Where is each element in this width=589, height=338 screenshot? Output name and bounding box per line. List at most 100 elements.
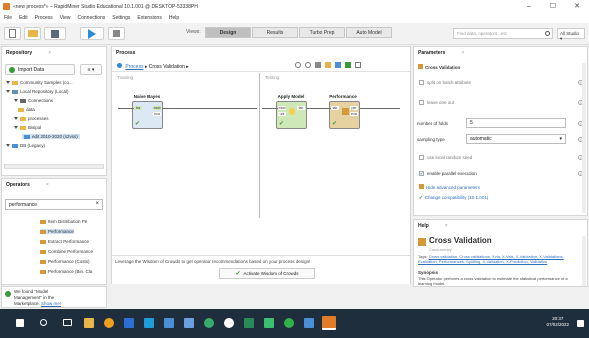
repo-item-processes[interactable]: processes xyxy=(14,116,49,121)
port-exa[interactable]: exa xyxy=(350,112,358,116)
layout-icon[interactable] xyxy=(345,62,351,68)
repository-tab[interactable]: Repository × xyxy=(2,47,56,59)
global-search-input[interactable]: Find data, operators...etc xyxy=(453,28,553,39)
repo-scrollbar[interactable] xyxy=(4,164,104,169)
tags-value[interactable]: Cross validation, Cross validations, Xvl… xyxy=(418,254,564,264)
hide-advanced-link[interactable]: Hide advanced parameters xyxy=(419,184,480,190)
taskbar-clock[interactable]: 20:37 07/02/2022 xyxy=(546,316,569,328)
app-icon[interactable] xyxy=(184,318,194,328)
fit-icon[interactable] xyxy=(315,62,321,68)
port-unl[interactable]: unl xyxy=(278,112,286,116)
operator-item[interactable]: Performance (Costs) xyxy=(40,259,90,264)
notes-icon[interactable] xyxy=(325,62,331,68)
operators-tab[interactable]: Operators × xyxy=(2,179,53,191)
port-mod[interactable]: mod xyxy=(278,106,286,110)
repository-menu-button[interactable]: ≡ ▾ xyxy=(80,64,102,75)
num-folds-input[interactable]: 5 xyxy=(466,118,566,128)
operator-item[interactable]: Item Distribution Pe xyxy=(40,219,87,224)
show-me-link[interactable]: Show me! xyxy=(41,301,61,306)
close-button[interactable]: ✕ xyxy=(565,0,589,13)
view-auto-model-button[interactable]: Auto Model xyxy=(346,27,392,38)
back-icon[interactable] xyxy=(117,63,122,68)
close-icon[interactable]: × xyxy=(48,50,51,56)
help-scrollbar[interactable] xyxy=(582,236,586,286)
close-icon[interactable]: × xyxy=(461,50,464,56)
menu-view[interactable]: View xyxy=(60,15,71,21)
repo-item-connections[interactable]: Connections xyxy=(14,98,53,103)
port-lab[interactable]: lab xyxy=(331,106,339,110)
apply-model-operator[interactable]: mod unl lab ✔ xyxy=(276,101,307,129)
menu-edit[interactable]: Edit xyxy=(19,15,28,21)
parallel-checkbox[interactable]: ✔ xyxy=(419,171,424,176)
search-icon[interactable] xyxy=(40,319,47,326)
import-data-button[interactable]: Import Data xyxy=(5,64,75,75)
repo-item-community[interactable]: Community Samples (co... xyxy=(6,80,73,85)
operator-item[interactable]: Performance xyxy=(40,229,74,234)
zoom-out-icon[interactable] xyxy=(305,62,311,68)
port-tra[interactable]: tra xyxy=(134,106,142,110)
help-tab[interactable]: Help × xyxy=(414,220,452,232)
process-settings-icon[interactable] xyxy=(355,62,361,68)
auto-wire-icon[interactable] xyxy=(335,62,341,68)
all-studio-dropdown[interactable]: All Studio ▾ xyxy=(557,28,585,41)
menu-connections[interactable]: Connections xyxy=(78,15,106,21)
menu-settings[interactable]: Settings xyxy=(112,15,130,21)
repo-item-bisipol[interactable]: Bisipol xyxy=(14,125,41,130)
naive-bayes-operator[interactable]: tra mod exa ✔ xyxy=(132,101,163,129)
stop-process-button[interactable] xyxy=(108,27,125,40)
file-explorer-icon[interactable] xyxy=(84,318,94,328)
port-exa[interactable]: exa xyxy=(153,112,161,116)
repo-item-db[interactable]: DB (Legacy) xyxy=(6,143,45,148)
repo-item-edit[interactable]: edit 2010-2020 (s2vss) xyxy=(22,134,80,139)
menu-file[interactable]: File xyxy=(4,15,12,21)
new-process-button[interactable] xyxy=(4,27,21,40)
close-icon[interactable]: × xyxy=(46,182,49,188)
app-icon[interactable] xyxy=(224,318,234,328)
repo-item-data[interactable]: data xyxy=(18,107,35,112)
repo-item-local[interactable]: Local Repository (Local) xyxy=(6,89,69,94)
app-icon[interactable] xyxy=(164,318,174,328)
app-icon[interactable] xyxy=(204,318,214,328)
app-icon[interactable] xyxy=(264,318,274,328)
activate-wisdom-button[interactable]: ✔ Activate Wisdom of Crowds xyxy=(219,268,315,279)
app-icon[interactable] xyxy=(244,318,254,328)
word-icon[interactable] xyxy=(124,318,134,328)
port-lab[interactable]: lab xyxy=(297,106,305,110)
leave-one-out-checkbox[interactable] xyxy=(419,100,424,105)
zoom-in-icon[interactable] xyxy=(295,62,301,68)
split-on-batch-checkbox[interactable] xyxy=(419,80,424,85)
notifications-icon[interactable] xyxy=(577,320,584,327)
parameters-scrollbar[interactable] xyxy=(582,63,586,213)
operator-item[interactable]: Extract Performance xyxy=(40,239,89,244)
menu-extensions[interactable]: Extensions xyxy=(137,15,161,21)
clear-icon[interactable]: × xyxy=(95,201,99,207)
menu-help[interactable]: Help xyxy=(169,15,179,21)
windows-start-icon[interactable] xyxy=(16,319,24,327)
port-mod[interactable]: mod xyxy=(153,106,161,110)
app-icon[interactable] xyxy=(284,318,294,328)
sampling-type-select[interactable]: automatic ▾ xyxy=(466,134,566,144)
operator-search-input[interactable]: performance × xyxy=(5,199,103,210)
process-tab[interactable]: Process xyxy=(112,47,140,59)
close-icon[interactable]: × xyxy=(445,223,448,229)
local-seed-checkbox[interactable] xyxy=(419,155,424,160)
run-process-button[interactable] xyxy=(80,27,104,40)
open-process-button[interactable] xyxy=(24,27,41,40)
port-per[interactable]: per xyxy=(350,106,358,110)
rapidminer-taskbar-icon[interactable] xyxy=(322,316,336,330)
minimize-button[interactable]: – xyxy=(517,0,541,13)
parameters-tab[interactable]: Parameters × xyxy=(414,47,469,59)
view-design-button[interactable]: Design xyxy=(205,27,251,38)
chrome-icon[interactable] xyxy=(104,318,114,328)
breadcrumb-root[interactable]: Process xyxy=(125,64,143,70)
operator-item[interactable]: Combine Performance xyxy=(40,249,93,254)
compatibility-link[interactable]: ✔ Change compatibility (10.1.001) xyxy=(419,195,488,201)
app-icon[interactable] xyxy=(144,318,154,328)
view-results-button[interactable]: Results xyxy=(252,27,298,38)
view-turbo-prep-button[interactable]: Turbo Prep xyxy=(299,27,345,38)
maximize-button[interactable]: ☐ xyxy=(541,0,565,13)
operator-item[interactable]: Performance (Bin. Cla xyxy=(40,269,92,274)
app-icon[interactable] xyxy=(304,318,314,328)
performance-operator[interactable]: lab per exa ✔ xyxy=(329,101,360,129)
task-view-icon[interactable] xyxy=(63,319,72,326)
